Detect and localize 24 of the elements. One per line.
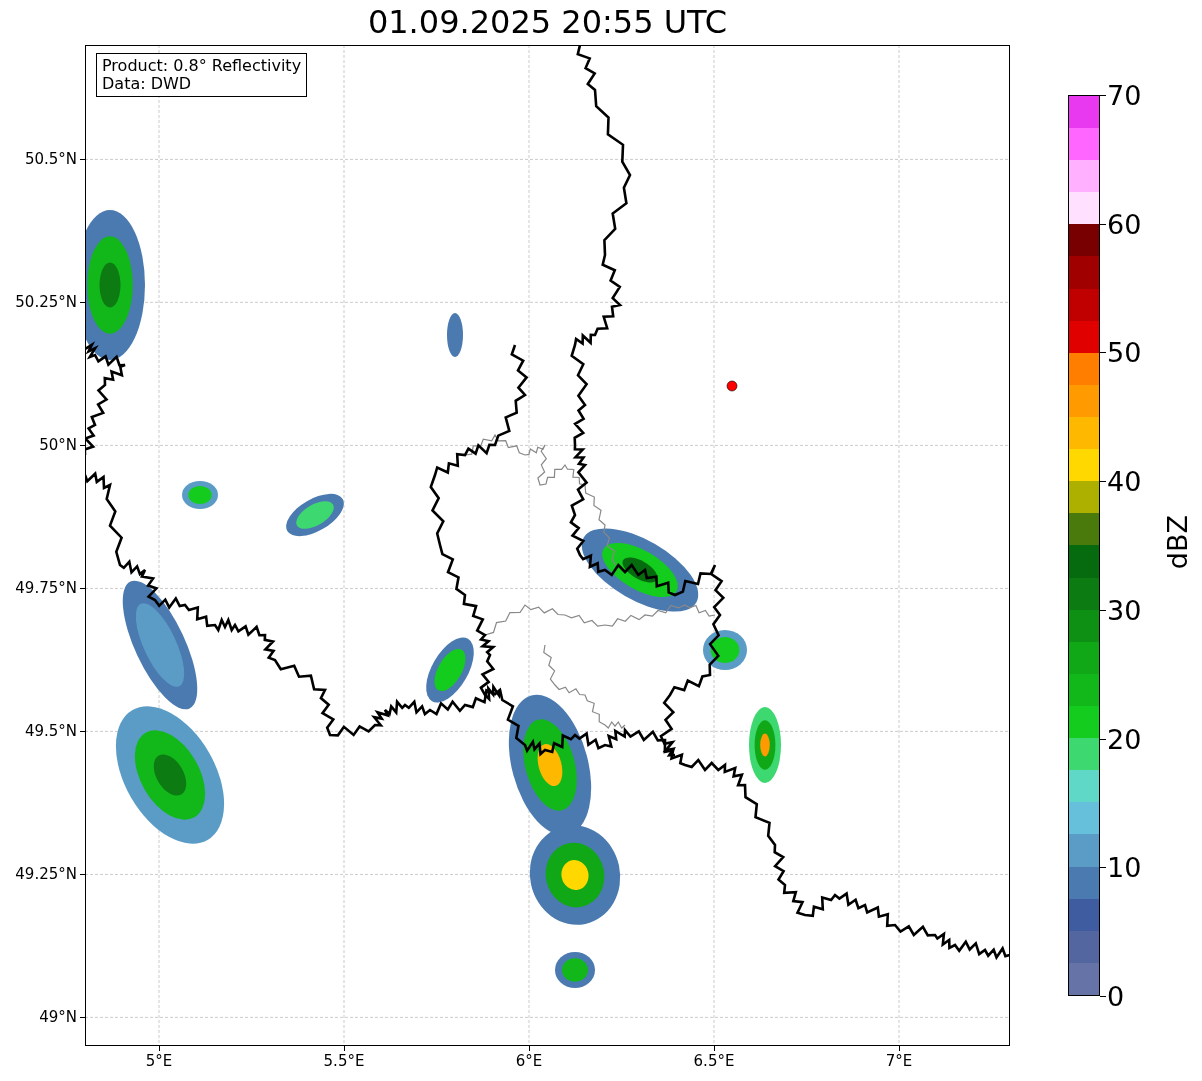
colorbar-tick-label: 30 <box>1107 596 1142 624</box>
colorbar-tick-label: 40 <box>1107 467 1142 495</box>
colorbar-tick-label: 50 <box>1107 338 1142 366</box>
info-text: Product: 0.8° Reflectivity <box>102 57 302 75</box>
y-axis-label: 49.5°N <box>24 722 77 741</box>
x-axis-label: 5°E <box>145 1052 173 1070</box>
info-text: Data: DWD <box>102 75 193 93</box>
y-axis-label: 49°N <box>39 1008 77 1027</box>
y-axis-label: 50.5°N <box>24 150 77 169</box>
x-axis-label: 7°E <box>885 1052 913 1070</box>
y-axis-label: 50.25°N <box>15 293 77 312</box>
colorbar-tick-label: 70 <box>1107 81 1142 109</box>
colorbar-title: dBZ <box>1162 515 1193 570</box>
x-axis-label: 6.5°E <box>693 1052 735 1070</box>
y-axis-label: 49.25°N <box>15 865 77 884</box>
y-axis-label: 49.75°N <box>15 579 77 598</box>
colorbar-tick-label: 20 <box>1107 725 1142 753</box>
x-axis-label: 5.5°E <box>323 1052 365 1070</box>
x-axis-label: 6°E <box>515 1052 543 1070</box>
colorbar-tick-label: 10 <box>1107 853 1142 881</box>
colorbar-tick-label: 60 <box>1107 210 1142 238</box>
chart-title: 01.09.2025 20:55 UTC <box>367 2 728 43</box>
y-axis-label: 50°N <box>39 436 77 455</box>
colorbar-tick-label: 0 <box>1107 982 1125 1010</box>
